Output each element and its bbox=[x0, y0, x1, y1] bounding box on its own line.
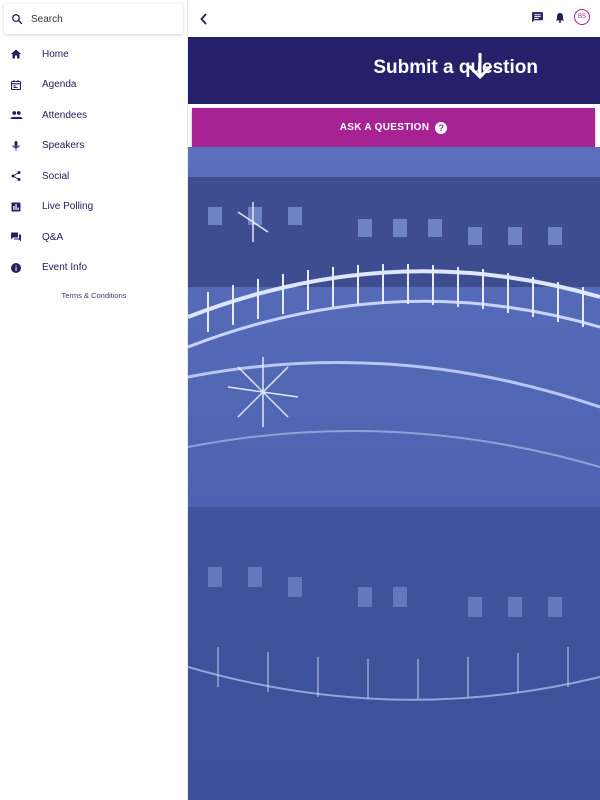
terms-link[interactable]: Terms & Conditions bbox=[0, 291, 188, 300]
info-icon bbox=[9, 261, 23, 275]
search-input[interactable] bbox=[29, 12, 173, 26]
poll-icon bbox=[9, 200, 23, 214]
sidebar-item-label: Live Polling bbox=[42, 201, 94, 213]
sidebar-item-label: Attendees bbox=[42, 109, 88, 121]
sidebar-item-label: Social bbox=[42, 170, 70, 182]
sidebar: Home Agenda Attendees Speakers Social bbox=[0, 0, 188, 800]
sidebar-item-live-polling[interactable]: Live Polling bbox=[0, 192, 188, 223]
share-icon bbox=[9, 169, 23, 183]
submit-question-banner: Submit a question bbox=[188, 37, 600, 104]
sidebar-item-label: Home bbox=[42, 48, 69, 60]
bell-icon[interactable] bbox=[554, 11, 566, 24]
bridge-photo bbox=[188, 147, 600, 800]
arrow-down-icon bbox=[465, 51, 495, 86]
sidebar-item-home[interactable]: Home bbox=[0, 39, 188, 70]
home-icon bbox=[9, 47, 23, 61]
ask-question-button[interactable]: ASK A QUESTION ? bbox=[192, 108, 595, 147]
sidebar-item-event-info[interactable]: Event Info bbox=[0, 253, 188, 284]
top-bar-actions: BS bbox=[521, 9, 590, 25]
sidebar-item-speakers[interactable]: Speakers bbox=[0, 131, 188, 162]
sidebar-item-attendees[interactable]: Attendees bbox=[0, 100, 188, 131]
forum-icon bbox=[9, 230, 23, 244]
sidebar-item-qa[interactable]: Q&A bbox=[0, 222, 188, 253]
chat-icon[interactable] bbox=[531, 11, 544, 24]
sidebar-item-social[interactable]: Social bbox=[0, 161, 188, 192]
sidebar-item-label: Event Info bbox=[42, 262, 88, 274]
sidebar-item-label: Speakers bbox=[42, 140, 85, 152]
avatar[interactable]: BS bbox=[574, 9, 590, 25]
top-bar: BS bbox=[188, 0, 600, 37]
microphone-icon bbox=[9, 139, 23, 153]
help-circle-icon: ? bbox=[435, 121, 448, 134]
sidebar-nav: Home Agenda Attendees Speakers Social Li… bbox=[0, 39, 188, 283]
chevron-left-icon[interactable] bbox=[200, 12, 208, 30]
people-icon bbox=[9, 108, 23, 122]
sidebar-item-label: Q&A bbox=[42, 231, 64, 243]
sidebar-item-label: Agenda bbox=[42, 79, 77, 91]
sidebar-item-agenda[interactable]: Agenda bbox=[0, 70, 188, 101]
ask-question-label: ASK A QUESTION bbox=[339, 122, 430, 133]
search-box[interactable] bbox=[4, 4, 183, 34]
calendar-icon bbox=[9, 78, 23, 92]
search-icon bbox=[12, 14, 23, 25]
